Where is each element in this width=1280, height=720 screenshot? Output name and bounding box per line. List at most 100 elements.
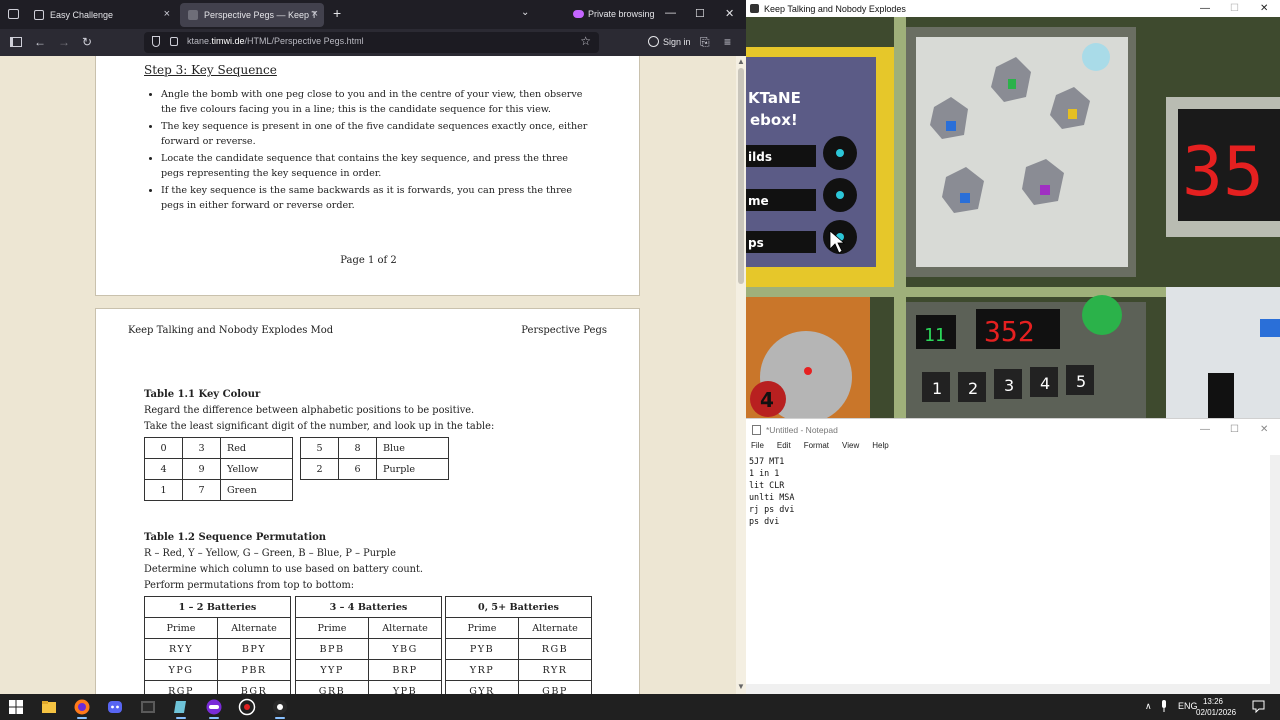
bullet-item: Angle the bomb with one peg close to you… [161, 87, 591, 117]
private-firefox-icon[interactable] [205, 698, 223, 716]
active-app-indicator [77, 717, 87, 719]
page-content[interactable]: Step 3: Key Sequence Angle the bomb with… [0, 56, 746, 694]
discord-icon[interactable] [106, 698, 124, 716]
colour-table-right: 5 8 Blue 2 6 Purple [300, 437, 449, 480]
tab-easy-challenge[interactable]: Easy Challenge × [26, 3, 176, 27]
menu-help[interactable]: Help [872, 441, 888, 455]
module-label-text: ebox! [750, 111, 798, 129]
menu-file[interactable]: File [751, 441, 764, 455]
tab-list-button[interactable]: ⌄ [521, 7, 529, 18]
language-indicator[interactable]: ENG [1178, 701, 1198, 711]
menu-view[interactable]: View [842, 441, 859, 455]
table1-line: Regard the difference between alphabetic… [144, 405, 475, 416]
file-explorer-icon[interactable] [40, 698, 58, 716]
forward-button[interactable]: → [58, 35, 70, 49]
notepad-scrollbar[interactable] [1270, 455, 1280, 695]
reload-button[interactable]: ↻ [82, 35, 92, 49]
small-display: 11 [924, 325, 946, 346]
menu-edit[interactable]: Edit [777, 441, 791, 455]
bomb-scene[interactable]: KTaNE ebox! ilds me ps 35 4 11 352 1 2 3… [746, 17, 1280, 418]
game-app-icon [750, 4, 759, 13]
permutation-table-1-2: 1 – 2 Batteries Prime Alternate RYY BPY YP… [144, 596, 291, 694]
tracking-shield-icon[interactable] [152, 36, 160, 47]
close-tab-icon[interactable]: × [312, 8, 318, 20]
obs-icon[interactable] [238, 698, 256, 716]
table-cell: RYY [144, 638, 218, 660]
notepad-text-area[interactable]: 5J7 MT1 1 in 1 lit CLR unlti MSA rj ps d… [749, 455, 794, 527]
taskbar: ∧ ENG 13:26 02/01/2026 [0, 694, 1280, 720]
table-row: GRB YPB [295, 680, 442, 694]
firefox-view-icon[interactable] [8, 9, 19, 19]
column-group-header: 3 – 4 Batteries [295, 596, 442, 618]
table-cell: RYR [518, 659, 592, 681]
page-header-left: Keep Talking and Nobody Explodes Mod [128, 325, 334, 336]
game-window: Keep Talking and Nobody Explodes — ☐ ✕ K… [746, 0, 1280, 418]
table2-line: R – Red, Y – Yellow, G – Green, B – Blue… [144, 548, 396, 559]
close-button[interactable]: ✕ [725, 7, 734, 20]
tab-bar: Easy Challenge × Perspective Pegs — Keep… [0, 0, 746, 29]
permutation-table-0-5plus: 0, 5+ Batteries Prime Alternate PYB RGB YR… [445, 596, 592, 694]
tray-overflow-chevron[interactable]: ∧ [1145, 701, 1152, 712]
sign-in-button[interactable]: Sign in [648, 36, 691, 47]
table-row: 2 6 Purple [300, 458, 449, 480]
tab-label: Perspective Pegs — Keep Talking and Nobo… [204, 10, 316, 20]
navigation-bar: ← → ↻ ktane.timwi.de/HTML/Perspective Pe… [0, 29, 746, 56]
scroll-up-arrow[interactable]: ▲ [737, 57, 745, 66]
active-app-indicator [209, 717, 219, 719]
game-maximize-button[interactable]: ☐ [1230, 3, 1239, 14]
sidebar-icon[interactable] [10, 37, 22, 47]
table-cell: 3 [182, 437, 221, 459]
keypad-label: 3 [1004, 376, 1014, 395]
bookmark-star-icon[interactable]: ☆ [580, 34, 591, 48]
maximize-button[interactable]: ☐ [695, 7, 705, 20]
column-header: Prime [445, 617, 519, 639]
table-cell: Yellow [220, 458, 293, 480]
close-tab-icon[interactable]: × [164, 8, 170, 20]
table-cell: Green [220, 479, 293, 501]
game-minimize-button[interactable]: — [1200, 3, 1210, 14]
firefox-icon[interactable] [73, 698, 91, 716]
column-group-header: 1 – 2 Batteries [144, 596, 291, 618]
notepad-maximize-button[interactable]: ☐ [1230, 424, 1239, 435]
step-title: Step 3: Key Sequence [144, 63, 277, 77]
tab-perspective-pegs[interactable]: Perspective Pegs — Keep Talking and Nobo… [180, 3, 324, 27]
table-cell: PYB [445, 638, 519, 660]
table-row: 5 8 Blue [300, 437, 449, 459]
tab-label: Easy Challenge [50, 10, 114, 20]
clock[interactable]: 13:26 02/01/2026 [1196, 696, 1236, 718]
lock-icon[interactable] [170, 37, 178, 46]
permutation-table-3-4: 3 – 4 Batteries Prime Alternate BPB YBG YY… [295, 596, 442, 694]
terminal-icon[interactable] [139, 698, 157, 716]
notepad-minimize-button[interactable]: — [1200, 424, 1210, 435]
notification-icon[interactable] [1252, 700, 1265, 713]
notepad-close-button[interactable]: ✕ [1260, 424, 1268, 435]
table-cell: YPB [368, 680, 442, 694]
manual-page-2: Keep Talking and Nobody Explodes Mod Per… [95, 308, 640, 694]
ktane-game-icon[interactable] [271, 698, 289, 716]
game-close-button[interactable]: ✕ [1260, 3, 1268, 14]
private-label: Private browsing [588, 9, 655, 19]
microphone-icon[interactable] [1160, 700, 1168, 713]
menu-format[interactable]: Format [804, 441, 829, 455]
url-text[interactable]: ktane.timwi.de/HTML/Perspective Pegs.htm… [187, 36, 364, 46]
extensions-icon[interactable]: ⎘ [700, 35, 710, 50]
url-bar[interactable]: ktane.timwi.de/HTML/Perspective Pegs.htm… [144, 32, 599, 53]
table-row: YRP RYR [445, 659, 592, 681]
scroll-down-arrow[interactable]: ▼ [737, 682, 745, 691]
back-button[interactable]: ← [34, 35, 46, 49]
bullet-item: The key sequence is present in one of th… [161, 119, 591, 149]
page-header-right: Perspective Pegs [521, 325, 607, 336]
scrollbar-thumb[interactable] [738, 68, 744, 284]
table-cell: Red [220, 437, 293, 459]
table-row: 0 3 Red [144, 437, 293, 459]
new-tab-button[interactable]: + [333, 5, 341, 21]
windows-start-icon[interactable] [7, 698, 25, 716]
minimize-button[interactable]: — [665, 7, 676, 19]
notepad-taskbar-icon[interactable] [172, 698, 190, 716]
notepad-title-bar: *Untitled - Notepad — ☐ ✕ [746, 419, 1280, 441]
menu-icon[interactable]: ≡ [724, 35, 731, 49]
table-cell: YYP [295, 659, 369, 681]
table-cell: BPY [217, 638, 291, 660]
notepad-horizontal-scrollbar[interactable] [746, 684, 1270, 694]
column-header: Alternate [368, 617, 442, 639]
